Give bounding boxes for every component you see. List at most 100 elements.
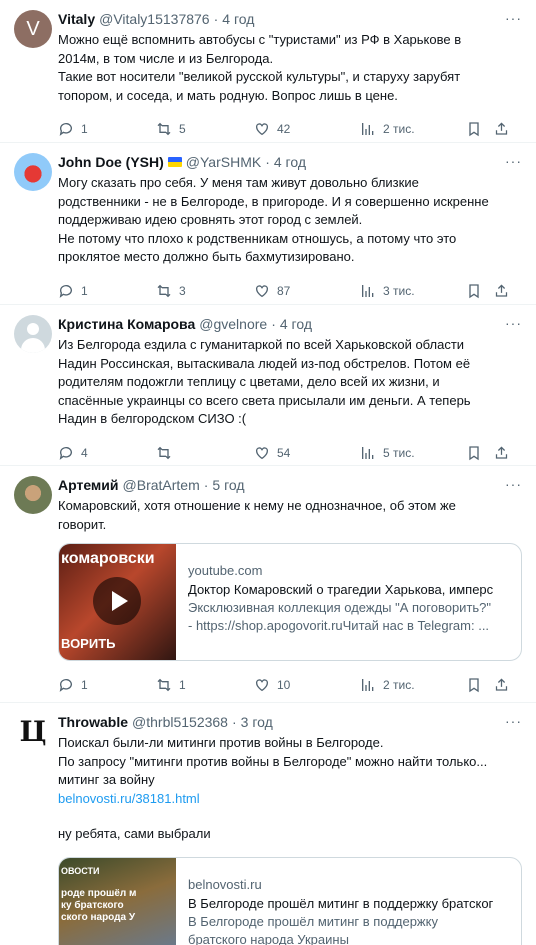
like-button[interactable]: 87: [254, 283, 360, 299]
bookmark-button[interactable]: [466, 283, 494, 299]
more-icon[interactable]: ···: [505, 315, 522, 331]
avatar[interactable]: V: [14, 10, 52, 48]
views-icon: [362, 123, 374, 135]
avatar[interactable]: [14, 476, 52, 514]
share-button[interactable]: [494, 283, 516, 299]
share-icon: [495, 678, 508, 691]
author-name[interactable]: Throwable: [58, 714, 128, 730]
bookmark-icon: [469, 445, 479, 460]
thumbnail-caption: ВОРИТЬ: [61, 636, 116, 651]
author-handle[interactable]: @BratArtem: [123, 477, 200, 493]
reply-button[interactable]: 1: [58, 121, 156, 137]
action-bar: 1 3 87 3 тис.: [58, 273, 522, 309]
reply-icon: [59, 446, 72, 460]
separator-dot: ·: [203, 477, 209, 493]
repost-button[interactable]: 3: [156, 283, 254, 299]
video-thumbnail[interactable]: комаровски ВОРИТЬ: [59, 544, 176, 660]
tweet[interactable]: John Doe (YSH) @YarSHMK · 4 год ··· Могу…: [0, 143, 536, 305]
card-domain: youtube.com: [188, 563, 263, 578]
views-count: 2 тис.: [383, 122, 415, 136]
views-count: 2 тис.: [383, 678, 415, 692]
more-icon[interactable]: ···: [505, 10, 522, 26]
repost-button[interactable]: 1: [156, 677, 254, 693]
tweet-text: Комаровский, хотя отношение к нему не од…: [58, 498, 456, 532]
tweet[interactable]: Ц Throwable @thrbl5152368 · 3 год ··· По…: [0, 703, 536, 945]
link-card[interactable]: ОВОСТИ роде прошёл м ку братского ского …: [58, 856, 522, 945]
repost-icon: [157, 122, 171, 136]
timestamp[interactable]: 5 год: [212, 477, 244, 493]
repost-button[interactable]: [156, 445, 254, 461]
action-bar: 1 5 42 2 тис.: [58, 111, 522, 147]
repost-button[interactable]: 5: [156, 121, 254, 137]
timestamp[interactable]: 3 год: [241, 714, 273, 730]
card-description: Эксклюзивная коллекция одежды "А поговор…: [188, 600, 492, 633]
card-domain: belnovosti.ru: [188, 876, 262, 892]
bookmark-button[interactable]: [466, 445, 494, 461]
article-thumbnail[interactable]: ОВОСТИ роде прошёл м ку братского ского …: [59, 857, 176, 945]
share-button[interactable]: [494, 677, 516, 693]
share-button[interactable]: [494, 121, 516, 137]
reply-count: 1: [81, 122, 88, 136]
timestamp[interactable]: 4 год: [280, 316, 312, 332]
views-button[interactable]: 3 тис.: [360, 283, 466, 299]
more-icon[interactable]: ···: [505, 476, 522, 492]
share-button[interactable]: [494, 445, 516, 461]
repost-count: 1: [179, 678, 186, 692]
tweet[interactable]: V Vitaly @Vitaly15137876 · 4 год ··· Мож…: [0, 0, 536, 143]
views-button[interactable]: 2 тис.: [360, 677, 466, 693]
more-icon[interactable]: ···: [505, 713, 522, 729]
tweet[interactable]: Артемий @BratArtem · 5 год ··· Комаровск…: [0, 466, 536, 703]
bookmark-icon: [469, 283, 479, 298]
timestamp[interactable]: 4 год: [274, 154, 306, 170]
reply-icon: [59, 284, 72, 298]
avatar[interactable]: [14, 153, 52, 191]
reply-count: 1: [81, 283, 88, 298]
author-name[interactable]: John Doe (YSH): [58, 154, 164, 170]
bookmark-icon: [469, 678, 479, 693]
views-count: 5 тис.: [383, 445, 415, 460]
heart-icon: [256, 123, 268, 136]
play-icon[interactable]: [93, 577, 141, 625]
card-description: В Белгороде прошёл митинг в поддержку бр…: [188, 913, 438, 945]
separator-dot: ·: [213, 11, 219, 27]
separator-dot: ·: [271, 316, 276, 332]
repost-icon: [157, 446, 171, 459]
author-handle[interactable]: @YarSHMK: [186, 154, 261, 170]
author-name[interactable]: Кристина Комарова: [58, 316, 195, 332]
reply-button[interactable]: 1: [58, 677, 156, 693]
repost-icon: [157, 284, 171, 297]
author-handle[interactable]: @gvelnore: [199, 316, 267, 332]
reply-button[interactable]: 4: [58, 445, 156, 461]
views-button[interactable]: 5 тис.: [360, 445, 466, 461]
reply-button[interactable]: 1: [58, 283, 156, 299]
avatar[interactable]: Ц: [14, 713, 52, 751]
tweet-link[interactable]: belnovosti.ru/38181.html: [58, 790, 522, 809]
link-card[interactable]: комаровски ВОРИТЬ youtube.com Доктор Ком…: [58, 543, 522, 661]
tweet-text: Могу сказать про себя. У меня там живут …: [58, 175, 489, 264]
views-button[interactable]: 2 тис.: [360, 121, 466, 137]
thumbnail-caption: роде прошёл м ку братского ского народа …: [61, 887, 137, 923]
bookmark-icon: [469, 122, 479, 137]
repost-count: 3: [179, 283, 186, 298]
tweet[interactable]: Кристина Комарова @gvelnore · 4 год ··· …: [0, 305, 536, 466]
separator-dot: ·: [265, 154, 270, 170]
timestamp[interactable]: 4 год: [222, 11, 254, 27]
author-name[interactable]: Артемий: [58, 477, 119, 493]
author-handle[interactable]: @Vitaly15137876: [99, 11, 209, 27]
bookmark-button[interactable]: [466, 677, 494, 693]
bookmark-button[interactable]: [466, 121, 494, 137]
default-avatar-icon[interactable]: [14, 315, 52, 353]
views-icon: [362, 446, 374, 459]
more-icon[interactable]: ···: [505, 153, 522, 169]
author-handle[interactable]: @thrbl5152368: [132, 714, 228, 730]
card-title[interactable]: Доктор Комаровский о трагедии Харькова, …: [188, 580, 493, 599]
like-count: 87: [277, 283, 291, 298]
author-name[interactable]: Vitaly: [58, 11, 95, 27]
card-title[interactable]: В Белгороде прошёл митинг в поддержку бр…: [188, 894, 493, 913]
like-button[interactable]: 42: [254, 121, 360, 137]
like-button[interactable]: 10: [254, 677, 360, 693]
like-button[interactable]: 54: [254, 445, 360, 461]
separator-dot: ·: [231, 714, 237, 730]
tweet-text: Можно ещё вспомнить автобусы с "туристам…: [58, 32, 462, 103]
share-icon: [495, 445, 508, 459]
